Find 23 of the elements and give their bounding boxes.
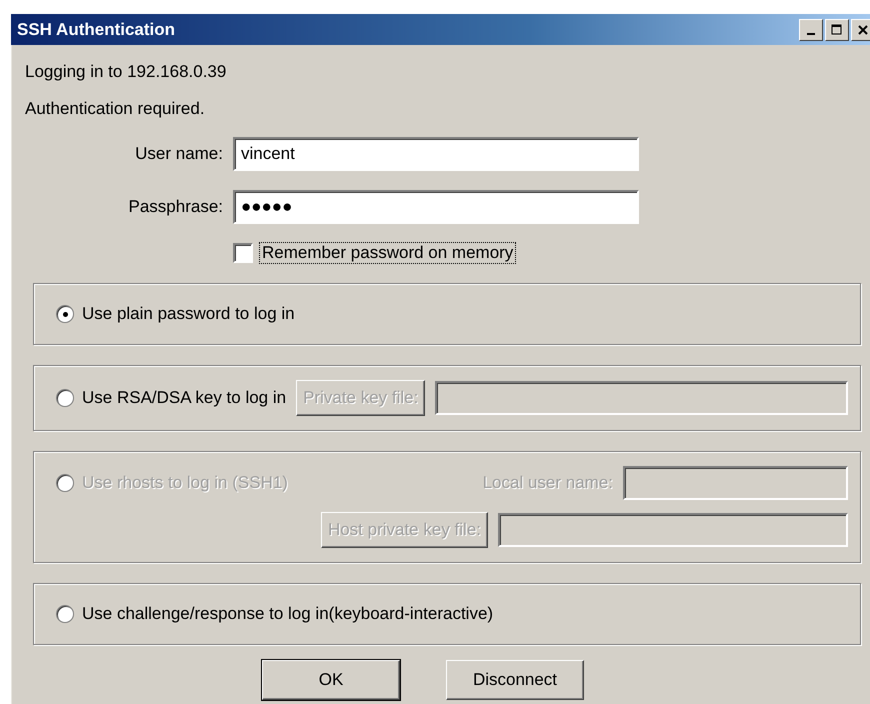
maximize-icon — [831, 24, 843, 36]
file-field[interactable] — [498, 513, 848, 547]
close-button[interactable] — [851, 18, 870, 40]
dialog-button[interactable]: OK — [262, 660, 400, 700]
method-radio[interactable]: Use RSA/DSA key to log in — [56, 388, 286, 408]
input-field[interactable]: ●●●●● — [233, 190, 639, 224]
close-icon — [857, 24, 869, 36]
field-label: Passphrase: — [128, 196, 224, 216]
field-label: User name: — [134, 144, 224, 164]
method-radio[interactable]: Use plain password to log in — [56, 304, 295, 324]
checkbox-label[interactable]: Remember password on memory — [259, 242, 516, 264]
method-radio[interactable]: Use challenge/response to log in(keyboard-interactive) — [56, 604, 494, 624]
maximize-button[interactable] — [825, 18, 849, 40]
window-title: SSH Authentication — [17, 20, 176, 40]
status-text: Authentication required. — [25, 98, 205, 118]
minimize-button[interactable] — [799, 18, 823, 40]
status-text: Logging in to 192.168.0.39 — [25, 62, 226, 82]
user-name-field[interactable] — [623, 466, 848, 500]
dialog-button[interactable]: Disconnect — [446, 660, 584, 700]
input-field[interactable]: vincent — [233, 136, 639, 170]
remember-checkbox[interactable] — [233, 243, 253, 263]
file-field[interactable] — [435, 381, 848, 415]
minimize-icon — [807, 32, 815, 34]
